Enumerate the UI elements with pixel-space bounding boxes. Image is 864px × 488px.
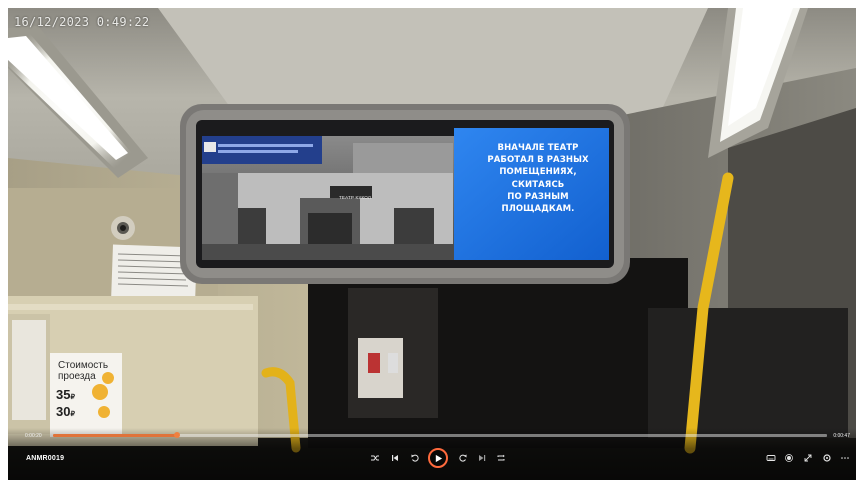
- fare-title-line: проезда: [58, 371, 96, 382]
- theatre-sign: ТЕАТР КУКОЛ: [338, 195, 372, 200]
- ad-line: ПЛОЩАДКАМ.: [501, 204, 575, 215]
- audio-icon: [785, 454, 793, 462]
- screen-ad-text: ВНАЧАЛЕ ТЕАТР РАБОТАЛ В РАЗНЫХ ПОМЕЩЕНИЯ…: [463, 142, 613, 215]
- fare-poster-title: Стоимость проезда: [58, 360, 128, 382]
- ad-line: ВНАЧАЛЕ ТЕАТР: [497, 143, 579, 153]
- next-button[interactable]: [475, 451, 489, 465]
- skip-previous-icon: [392, 455, 398, 461]
- fullscreen-button[interactable]: [801, 451, 815, 465]
- seek-bar-thumb[interactable]: [173, 432, 180, 438]
- current-time: 0:00:20: [25, 433, 42, 439]
- fare-title-line: Стоимость: [58, 360, 109, 371]
- forward-button[interactable]: [456, 451, 470, 465]
- forward-10-icon: [459, 454, 467, 462]
- repeat-button[interactable]: [494, 451, 508, 465]
- player-controls: 0:00:20 0:00:47 ANMR0019: [8, 428, 856, 480]
- shuffle-button[interactable]: [368, 451, 382, 465]
- fare-price-value: 35: [56, 387, 71, 402]
- total-time: 0:00:47: [833, 433, 850, 439]
- audio-button[interactable]: [782, 451, 796, 465]
- rewind-button[interactable]: [408, 451, 422, 465]
- shuffle-icon: [371, 455, 379, 461]
- fullscreen-icon: [804, 454, 812, 462]
- fare-price-value: 30: [56, 404, 71, 419]
- fare-currency: ₽: [70, 394, 75, 401]
- fare-price-2: 30₽: [56, 404, 75, 419]
- repeat-icon: [497, 454, 505, 461]
- subtitles-icon: [766, 455, 776, 461]
- ad-line: РАБОТАЛ В РАЗНЫХ: [487, 155, 589, 166]
- ad-line: ПОМЕЩЕНИЯХ,: [499, 167, 577, 178]
- seek-bar-progress: [53, 434, 177, 437]
- replay-10-icon: [411, 454, 419, 462]
- more-button[interactable]: [838, 451, 852, 465]
- skip-next-icon: [479, 455, 486, 461]
- video-frame[interactable]: 16/12/2023 0:49:22 ТЕАТР КУКОЛ ВНАЧАЛЕ Т…: [8, 8, 856, 480]
- seek-bar[interactable]: [53, 432, 827, 438]
- ad-line: ПО РАЗНЫМ: [507, 191, 569, 202]
- fare-currency: ₽: [70, 411, 75, 418]
- play-icon: [435, 454, 442, 462]
- previous-button[interactable]: [388, 451, 402, 465]
- more-icon: [841, 457, 849, 459]
- play-button[interactable]: [428, 448, 448, 468]
- settings-button[interactable]: [820, 451, 834, 465]
- video-still: [8, 8, 856, 454]
- subtitles-button[interactable]: [764, 451, 778, 465]
- file-name: ANMR0019: [26, 455, 65, 462]
- ad-line: СКИТАЯСЬ: [511, 179, 565, 190]
- timestamp-overlay: 16/12/2023 0:49:22: [14, 15, 150, 29]
- settings-icon: [823, 454, 831, 462]
- fare-price-1: 35₽: [56, 387, 75, 402]
